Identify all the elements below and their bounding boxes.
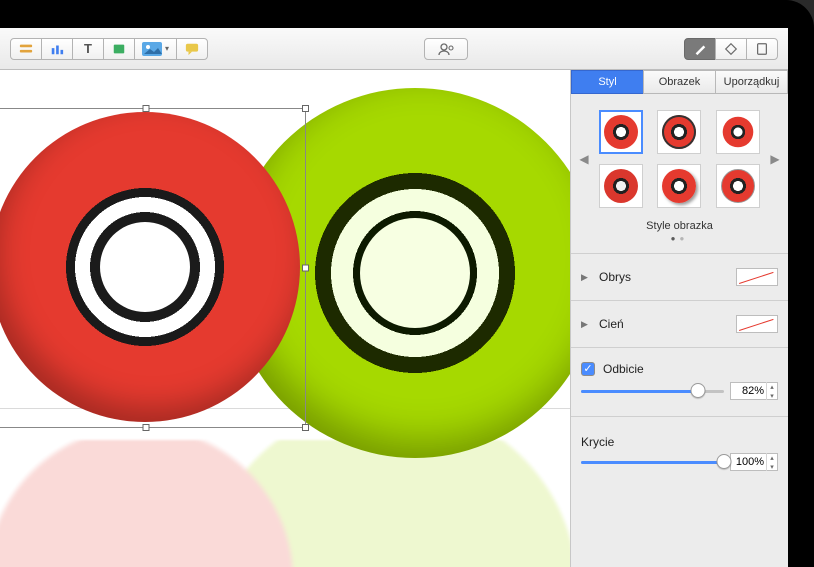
selection-handle-ne[interactable]: [302, 105, 309, 112]
app-window: T ▾: [0, 28, 788, 567]
separator: [571, 416, 788, 417]
document-icon: [755, 42, 769, 56]
odbicie-slider[interactable]: [581, 383, 724, 399]
content-row: Styl Obrazek Uporządkuj ◀ ▶: [0, 70, 788, 567]
comment-icon: [185, 42, 199, 56]
toolbar-right-group: [684, 38, 778, 60]
collaborate-button[interactable]: [424, 38, 468, 60]
image-style-1[interactable]: [599, 110, 643, 154]
image-style-2[interactable]: [657, 110, 701, 154]
separator: [571, 300, 788, 301]
document-inspector-button[interactable]: [746, 38, 778, 60]
cien-color-well[interactable]: [736, 315, 778, 333]
inspector-tabs: Styl Obrazek Uporządkuj: [571, 70, 788, 94]
shape-icon: [112, 42, 126, 56]
text-button[interactable]: T: [72, 38, 104, 60]
image-style-3[interactable]: [716, 110, 760, 154]
tab-uporzadkuj[interactable]: Uporządkuj: [715, 70, 788, 94]
device-bezel: T ▾: [0, 0, 814, 567]
filter-icon: [724, 42, 738, 56]
view-mode-button[interactable]: [10, 38, 42, 60]
image-style-6[interactable]: [716, 164, 760, 208]
odbicie-row: Odbicie: [571, 358, 788, 380]
text-icon: T: [84, 41, 92, 56]
krycie-label: Krycie: [571, 427, 788, 451]
image-style-4[interactable]: [599, 164, 643, 208]
selection-handle-n[interactable]: [143, 105, 150, 112]
image-styles-pane: ◀ ▶ Style obrazka ●●: [571, 94, 788, 243]
odbicie-value-stepper[interactable]: 82% ▴ ▾: [730, 382, 778, 400]
toolbar: T ▾: [0, 28, 788, 70]
odbicie-checkbox[interactable]: [581, 362, 595, 376]
comment-button[interactable]: [176, 38, 208, 60]
filter-inspector-button[interactable]: [715, 38, 747, 60]
format-inspector-button[interactable]: [684, 38, 716, 60]
view-grid-icon: [19, 42, 33, 56]
image-style-5[interactable]: [657, 164, 701, 208]
media-button[interactable]: ▾: [134, 38, 177, 60]
separator: [571, 347, 788, 348]
obrys-row: ▶ Obrys: [571, 264, 788, 290]
krycie-value: 100%: [731, 456, 766, 468]
odbicie-step-up[interactable]: ▴: [767, 382, 777, 391]
krycie-value-stepper[interactable]: 100% ▴ ▾: [730, 453, 778, 471]
reflection-overlay: [0, 440, 570, 567]
styles-next-arrow[interactable]: ▶: [770, 152, 780, 166]
chevron-down-icon: ▾: [165, 44, 169, 53]
canvas[interactable]: [0, 70, 570, 567]
red-wheel-image[interactable]: [0, 112, 300, 422]
odbicie-label: Odbicie: [603, 362, 778, 376]
toolbar-left-group: T ▾: [10, 38, 208, 60]
styles-prev-arrow[interactable]: ◀: [579, 152, 589, 166]
cien-label: Cień: [599, 317, 728, 331]
obrys-color-well[interactable]: [736, 268, 778, 286]
krycie-slider-row: 100% ▴ ▾: [571, 451, 788, 477]
shape-button[interactable]: [103, 38, 135, 60]
odbicie-value: 82%: [731, 385, 766, 397]
obrys-disclosure[interactable]: ▶: [581, 272, 591, 283]
krycie-slider[interactable]: [581, 454, 724, 470]
obrys-label: Obrys: [599, 270, 728, 284]
separator: [571, 253, 788, 254]
selection-handle-s[interactable]: [143, 424, 150, 431]
chart-icon: [50, 42, 64, 56]
tab-styl[interactable]: Styl: [571, 70, 643, 94]
image-styles-grid: [593, 106, 766, 212]
krycie-step-down[interactable]: ▾: [767, 462, 777, 471]
cien-row: ▶ Cień: [571, 311, 788, 337]
media-icon: [142, 42, 162, 56]
odbicie-step-down[interactable]: ▾: [767, 391, 777, 400]
tab-obrazek[interactable]: Obrazek: [643, 70, 715, 94]
odbicie-slider-row: 82% ▴ ▾: [571, 380, 788, 406]
chart-button[interactable]: [41, 38, 73, 60]
styles-pager-dots[interactable]: ●●: [579, 234, 780, 243]
collaborate-icon: [437, 42, 455, 56]
krycie-step-up[interactable]: ▴: [767, 453, 777, 462]
cien-disclosure[interactable]: ▶: [581, 319, 591, 330]
format-paintbrush-icon: [693, 42, 707, 56]
format-inspector: Styl Obrazek Uporządkuj ◀ ▶: [570, 70, 788, 567]
image-styles-label: Style obrazka: [579, 220, 780, 232]
selection-handle-se[interactable]: [302, 424, 309, 431]
